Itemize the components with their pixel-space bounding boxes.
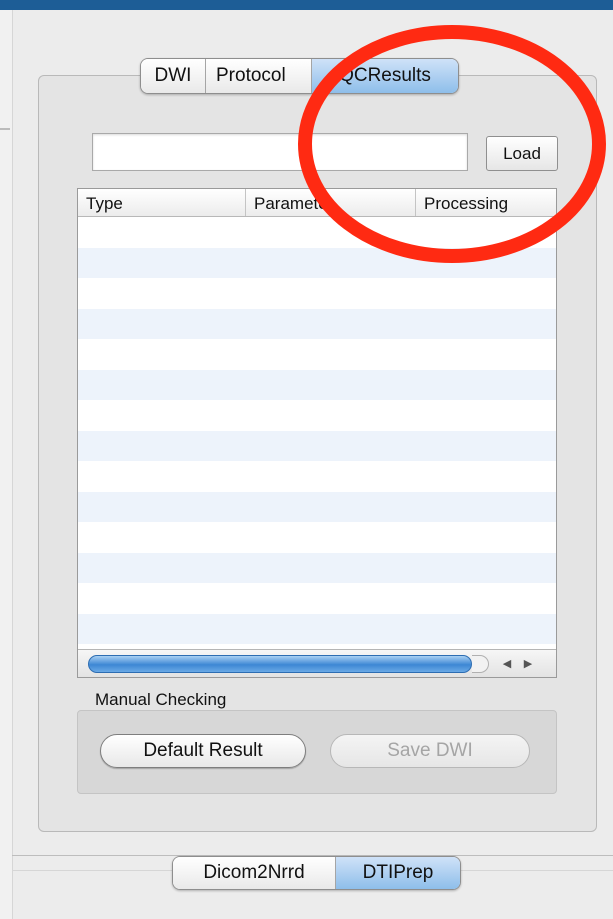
horizontal-scrollbar[interactable]: ◀ ▶ bbox=[78, 649, 556, 677]
table-row[interactable] bbox=[78, 491, 556, 522]
manual-checking-label: Manual Checking bbox=[95, 690, 227, 709]
qc-results-table[interactable]: Type Parameter Processing ◀ ▶ bbox=[77, 188, 557, 678]
table-row[interactable] bbox=[78, 430, 556, 461]
table-row[interactable] bbox=[78, 308, 556, 339]
tab-dicom2nrrd[interactable]: Dicom2Nrrd bbox=[173, 857, 336, 889]
table-header: Type Parameter Processing bbox=[78, 189, 556, 217]
left-panel-mark bbox=[0, 128, 10, 130]
tab-protocol[interactable]: Protocol bbox=[206, 59, 312, 93]
column-header-processing[interactable]: Processing bbox=[416, 189, 556, 216]
tab-qcresults[interactable]: QCResults bbox=[312, 59, 458, 93]
table-row[interactable] bbox=[78, 552, 556, 583]
load-button[interactable]: Load bbox=[486, 136, 558, 171]
table-row[interactable] bbox=[78, 247, 556, 278]
qc-result-path-input[interactable] bbox=[92, 133, 468, 171]
left-panel-edge bbox=[0, 10, 13, 919]
scrollbar-thumb[interactable] bbox=[88, 655, 472, 673]
tab-dtiprep[interactable]: DTIPrep bbox=[336, 857, 460, 889]
top-tab-bar: DWI Protocol QCResults bbox=[140, 58, 459, 94]
table-row[interactable] bbox=[78, 461, 556, 492]
table-row[interactable] bbox=[78, 278, 556, 309]
scroll-right-arrow-icon[interactable]: ▶ bbox=[519, 653, 537, 673]
bottom-tab-bar: Dicom2Nrrd DTIPrep bbox=[172, 856, 461, 890]
column-header-type[interactable]: Type bbox=[78, 189, 246, 216]
save-dwi-button: Save DWI bbox=[330, 734, 530, 768]
table-row[interactable] bbox=[78, 583, 556, 614]
scroll-left-arrow-icon[interactable]: ◀ bbox=[498, 653, 516, 673]
tab-dwi[interactable]: DWI bbox=[141, 59, 206, 93]
table-row[interactable] bbox=[78, 369, 556, 400]
scrollbar-track-end bbox=[472, 655, 489, 673]
column-header-parameter[interactable]: Parameter bbox=[246, 189, 416, 216]
table-row[interactable] bbox=[78, 339, 556, 370]
table-body[interactable] bbox=[78, 217, 556, 644]
table-row[interactable] bbox=[78, 522, 556, 553]
table-row[interactable] bbox=[78, 400, 556, 431]
window-title-bar-edge bbox=[0, 0, 613, 10]
default-result-button[interactable]: Default Result bbox=[100, 734, 306, 768]
table-row[interactable] bbox=[78, 613, 556, 644]
table-row[interactable] bbox=[78, 217, 556, 248]
